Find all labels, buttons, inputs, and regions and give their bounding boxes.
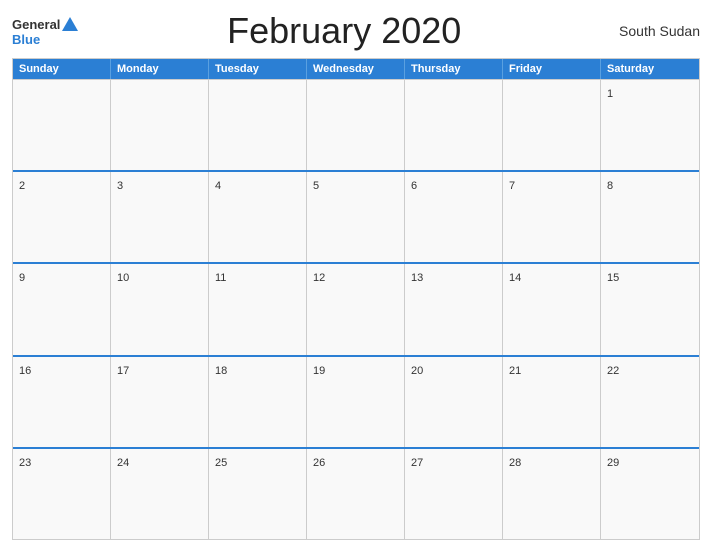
day-number: 25	[215, 457, 227, 469]
week-row-3: 9 10 11 12 13 14 15	[13, 262, 699, 354]
day-cell-2-1: 10	[111, 264, 209, 354]
day-cell-4-2: 25	[209, 449, 307, 539]
day-number: 27	[411, 457, 423, 469]
day-number: 14	[509, 272, 521, 284]
day-cell-2-4: 13	[405, 264, 503, 354]
day-number: 7	[509, 180, 515, 192]
day-cell-1-6: 8	[601, 172, 699, 262]
day-cell-1-3: 5	[307, 172, 405, 262]
calendar-page: General Blue February 2020 South Sudan S…	[0, 0, 712, 550]
day-cell-0-4	[405, 80, 503, 170]
header-friday: Friday	[503, 59, 601, 79]
day-number: 24	[117, 457, 129, 469]
week-row-2: 2 3 4 5 6 7 8	[13, 170, 699, 262]
day-number: 15	[607, 272, 619, 284]
day-cell-1-0: 2	[13, 172, 111, 262]
day-number: 20	[411, 365, 423, 377]
header-tuesday: Tuesday	[209, 59, 307, 79]
day-number: 19	[313, 365, 325, 377]
country-label: South Sudan	[610, 23, 700, 39]
day-number: 13	[411, 272, 423, 284]
day-number: 29	[607, 457, 619, 469]
day-cell-2-6: 15	[601, 264, 699, 354]
day-cell-3-0: 16	[13, 357, 111, 447]
weeks-container: 1234567891011121314151617181920212223242…	[13, 79, 699, 539]
day-cell-4-5: 28	[503, 449, 601, 539]
day-cell-4-4: 27	[405, 449, 503, 539]
day-cell-4-1: 24	[111, 449, 209, 539]
day-cell-3-2: 18	[209, 357, 307, 447]
day-number: 11	[215, 272, 226, 284]
day-cell-4-6: 29	[601, 449, 699, 539]
calendar-header: General Blue February 2020 South Sudan	[12, 10, 700, 52]
calendar-title: February 2020	[78, 10, 610, 52]
day-number: 8	[607, 180, 613, 192]
calendar-grid: Sunday Monday Tuesday Wednesday Thursday…	[12, 58, 700, 540]
day-cell-0-1	[111, 80, 209, 170]
logo-general-text: General	[12, 18, 60, 31]
day-cell-0-0	[13, 80, 111, 170]
day-number: 10	[117, 272, 129, 284]
day-cell-0-3	[307, 80, 405, 170]
day-number: 5	[313, 180, 319, 192]
day-cell-3-5: 21	[503, 357, 601, 447]
day-number: 4	[215, 180, 221, 192]
day-cell-3-4: 20	[405, 357, 503, 447]
day-number: 1	[607, 88, 613, 100]
day-number: 16	[19, 365, 31, 377]
logo: General Blue	[12, 17, 78, 46]
day-cell-0-6: 1	[601, 80, 699, 170]
day-number: 3	[117, 180, 123, 192]
week-row-4: 16 17 18 19 20 21 22	[13, 355, 699, 447]
day-number: 18	[215, 365, 227, 377]
day-number: 9	[19, 272, 25, 284]
day-cell-0-5	[503, 80, 601, 170]
day-number: 12	[313, 272, 325, 284]
header-sunday: Sunday	[13, 59, 111, 79]
day-cell-0-2	[209, 80, 307, 170]
day-cell-1-5: 7	[503, 172, 601, 262]
day-cell-4-0: 23	[13, 449, 111, 539]
header-wednesday: Wednesday	[307, 59, 405, 79]
day-cell-2-3: 12	[307, 264, 405, 354]
day-cell-3-3: 19	[307, 357, 405, 447]
day-cell-2-5: 14	[503, 264, 601, 354]
day-cell-2-2: 11	[209, 264, 307, 354]
day-number: 2	[19, 180, 25, 192]
day-cell-1-4: 6	[405, 172, 503, 262]
day-cell-3-6: 22	[601, 357, 699, 447]
logo-blue-text: Blue	[12, 33, 40, 46]
day-cell-1-2: 4	[209, 172, 307, 262]
day-number: 23	[19, 457, 31, 469]
day-cell-4-3: 26	[307, 449, 405, 539]
day-number: 6	[411, 180, 417, 192]
day-cell-3-1: 17	[111, 357, 209, 447]
day-cell-1-1: 3	[111, 172, 209, 262]
day-number: 21	[509, 365, 521, 377]
logo-triangle-icon	[62, 17, 78, 31]
day-number: 28	[509, 457, 521, 469]
header-monday: Monday	[111, 59, 209, 79]
day-number: 17	[117, 365, 129, 377]
week-row-1: 1	[13, 79, 699, 170]
day-cell-2-0: 9	[13, 264, 111, 354]
day-number: 26	[313, 457, 325, 469]
week-row-5: 23 24 25 26 27 28 29	[13, 447, 699, 539]
day-number: 22	[607, 365, 619, 377]
header-thursday: Thursday	[405, 59, 503, 79]
day-headers-row: Sunday Monday Tuesday Wednesday Thursday…	[13, 59, 699, 79]
header-saturday: Saturday	[601, 59, 699, 79]
